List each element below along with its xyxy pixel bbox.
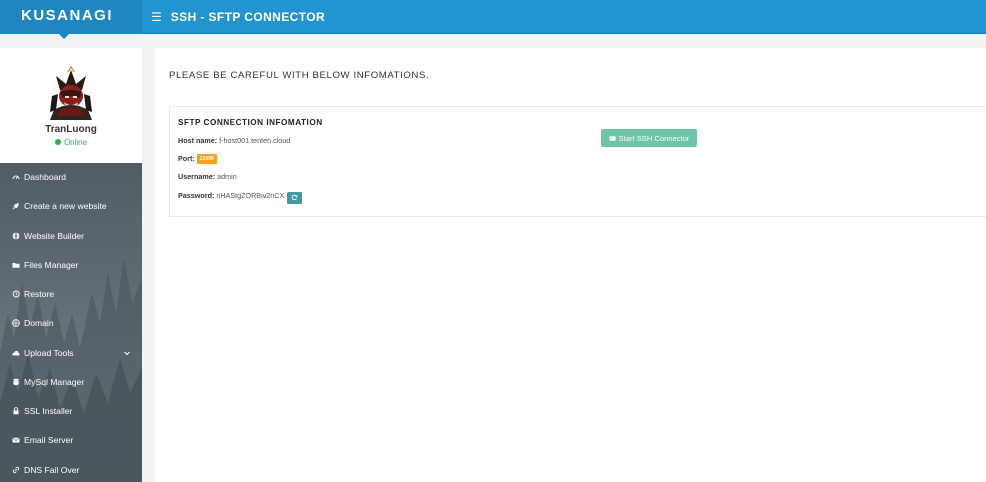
sidebar-item-website-builder[interactable]: Website Builder bbox=[0, 225, 142, 247]
chevron-down-icon[interactable] bbox=[123, 349, 131, 357]
port-badge: 22999 bbox=[196, 154, 217, 164]
sidebar-item-label: Email Server bbox=[24, 435, 74, 445]
sidebar-item-label: Domain bbox=[24, 318, 54, 328]
globe-grid-icon bbox=[12, 319, 20, 327]
samurai-avatar bbox=[50, 66, 92, 120]
sidebar-item-label: Website Builder bbox=[24, 231, 85, 241]
envelope-icon bbox=[12, 436, 20, 444]
online-dot-icon bbox=[54, 139, 61, 145]
username-row: Username: admin bbox=[178, 172, 237, 181]
user-status: Online bbox=[0, 138, 142, 147]
sftp-info-panel: SFTP CONNECTION INFOMATION Host name: f-… bbox=[169, 106, 986, 217]
terminal-icon bbox=[608, 135, 616, 141]
database-icon bbox=[12, 378, 20, 386]
sidebar-item-label: DNS Fail Over bbox=[24, 465, 80, 475]
host-label: Host name: bbox=[178, 136, 218, 145]
page-title: SSH - SFTP CONNECTOR bbox=[170, 9, 326, 24]
host-value: f-host001.tenten.cloud bbox=[219, 136, 291, 145]
globe-icon bbox=[12, 232, 20, 240]
main-content: PLEASE BE CAREFUL WITH BELOW INFOMATIONS… bbox=[155, 48, 986, 482]
sidebar-item-create-website[interactable]: Create a new website bbox=[0, 195, 142, 217]
brand-caret bbox=[59, 34, 69, 39]
hamburger-icon[interactable]: ☰ bbox=[151, 11, 162, 23]
sidebar-item-label: Files Manager bbox=[24, 260, 79, 270]
user-name: TranLuong bbox=[45, 124, 97, 135]
sidebar-item-domain[interactable]: Domain bbox=[0, 312, 142, 334]
sidebar-item-dns-fail-over[interactable]: DNS Fail Over bbox=[0, 459, 142, 481]
port-row: Port: 22999 bbox=[178, 154, 217, 164]
user-profile: TranLuong Online bbox=[0, 48, 142, 163]
folder-icon bbox=[12, 261, 20, 269]
sidebar-item-restore[interactable]: Restore bbox=[0, 283, 142, 305]
sidebar-item-label: MySql Manager bbox=[24, 377, 85, 387]
top-header: ☰ SSH - SFTP CONNECTOR bbox=[142, 0, 986, 34]
sidebar-item-label: SSL Installer bbox=[24, 406, 73, 416]
sidebar-item-dashboard[interactable]: Dashboard bbox=[0, 166, 142, 188]
sidebar-item-ssl-installer[interactable]: SSL Installer bbox=[0, 400, 142, 422]
password-value: nHAStgZORBiv2nCX bbox=[216, 191, 285, 200]
sidebar-item-files-manager[interactable]: Files Manager bbox=[0, 254, 142, 276]
lock-icon bbox=[12, 407, 20, 415]
username-value: admin bbox=[217, 172, 237, 181]
password-label: Password: bbox=[178, 191, 215, 200]
sidebar-item-upload-tools[interactable]: Upload Tools bbox=[0, 342, 142, 364]
port-label: Port: bbox=[178, 154, 195, 163]
status-label: Online bbox=[63, 138, 88, 147]
cloud-upload-icon bbox=[12, 349, 20, 357]
username-label: Username: bbox=[178, 172, 216, 181]
history-icon bbox=[12, 290, 20, 298]
rocket-icon bbox=[12, 202, 20, 210]
sidebar-item-label: Dashboard bbox=[24, 172, 67, 182]
sidebar-item-label: Upload Tools bbox=[24, 348, 74, 358]
password-row: Password: nHAStgZORBiv2nCX bbox=[178, 191, 303, 204]
link-icon bbox=[12, 466, 20, 474]
brand-logo[interactable]: KUSANAGI bbox=[0, 0, 142, 34]
refresh-password-button[interactable] bbox=[287, 191, 303, 204]
dashboard-icon bbox=[12, 173, 20, 181]
sidebar-item-label: Create a new website bbox=[24, 201, 107, 211]
start-ssh-connector-button[interactable]: Start SSH Connector bbox=[601, 129, 697, 147]
panel-title: SFTP CONNECTION INFOMATION bbox=[178, 118, 323, 127]
sidebar-item-label: Restore bbox=[24, 289, 55, 299]
sidebar-item-mysql-manager[interactable]: MySql Manager bbox=[0, 371, 142, 393]
host-row: Host name: f-host001.tenten.cloud bbox=[178, 136, 290, 145]
refresh-icon bbox=[291, 194, 298, 201]
sidebar-nav: Dashboard Create a new website Website B… bbox=[0, 163, 142, 482]
ssh-button-label: Start SSH Connector bbox=[618, 133, 690, 143]
sidebar-item-email-server[interactable]: Email Server bbox=[0, 429, 142, 451]
warning-heading: PLEASE BE CAREFUL WITH BELOW INFOMATIONS… bbox=[169, 70, 430, 81]
